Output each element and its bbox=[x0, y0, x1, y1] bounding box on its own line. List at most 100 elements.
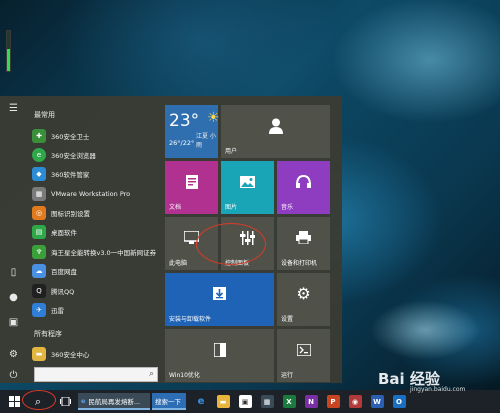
windows-logo-icon bbox=[8, 396, 20, 407]
user-avatar-icon[interactable]: ● bbox=[7, 291, 20, 303]
sun-icon: ☀ bbox=[207, 110, 220, 126]
music-tile[interactable]: 音乐 bbox=[277, 161, 330, 214]
powerpoint-button[interactable]: P bbox=[324, 390, 342, 413]
task-view-icon bbox=[59, 397, 71, 406]
software-icon: ◆ bbox=[32, 166, 46, 181]
tile-label: 音乐 bbox=[281, 204, 294, 211]
cloud-icon: ☁ bbox=[32, 263, 46, 278]
gear-icon: ⚙ bbox=[296, 284, 311, 303]
edge-button[interactable]: e bbox=[192, 390, 210, 413]
file-explorer-icon: ▬ bbox=[216, 395, 230, 408]
start-rail: ☰ ▯ ● ▣ ⚙ ⏻ bbox=[0, 96, 27, 383]
settings-icon: ◎ bbox=[32, 205, 46, 220]
app-item[interactable]: ▤ 桌面软件 bbox=[32, 223, 158, 240]
store-icon: ▣ bbox=[238, 395, 252, 408]
annotation-circle-taskbar bbox=[22, 390, 56, 410]
app-label: 360安全浏览器 bbox=[51, 151, 96, 160]
app-label: 百度网盘 bbox=[51, 267, 77, 276]
printer-icon bbox=[277, 217, 330, 258]
user-icon bbox=[221, 105, 330, 146]
search-icon: ⌕ bbox=[148, 369, 154, 379]
download-icon bbox=[165, 273, 274, 314]
optimize-icon bbox=[165, 329, 274, 370]
devices-printers-tile[interactable]: 设备和打印机 bbox=[277, 217, 330, 270]
excel-icon: X bbox=[282, 395, 296, 408]
edge-icon: e bbox=[194, 395, 208, 408]
app-item[interactable]: Q 腾讯QQ bbox=[32, 282, 158, 299]
all-apps-header: 所有程序 bbox=[34, 330, 62, 338]
app-button[interactable]: ▦ bbox=[258, 390, 276, 413]
app-icon: ▦ bbox=[260, 395, 274, 408]
outlook-icon: O bbox=[392, 395, 406, 408]
ie-icon: e bbox=[81, 396, 86, 405]
settings-gear-icon[interactable]: ⚙ bbox=[7, 348, 20, 360]
watermark-url: jingyan.baidu.com bbox=[410, 386, 466, 393]
tile-label: 设置 bbox=[281, 316, 294, 323]
tile-label: 安装与卸载软件 bbox=[169, 316, 212, 323]
taskbar-search-task[interactable]: 搜索一下 bbox=[152, 393, 186, 410]
volume-indicator bbox=[6, 30, 11, 72]
app-item[interactable]: ✈ 迅雷 bbox=[32, 301, 158, 318]
hamburger-menu-icon[interactable]: ☰ bbox=[7, 102, 20, 114]
browser-icon: e bbox=[32, 147, 46, 162]
power-icon[interactable]: ⏻ bbox=[7, 369, 20, 381]
tablet-icon[interactable]: ▯ bbox=[7, 266, 20, 278]
app-label: 360软件管家 bbox=[51, 170, 90, 179]
folder-icon: ▬ bbox=[32, 346, 46, 361]
run-tile[interactable]: 运行 bbox=[277, 329, 330, 382]
excel-button[interactable]: X bbox=[280, 390, 298, 413]
install-uninstall-tile[interactable]: 安装与卸载软件 bbox=[165, 273, 274, 326]
volume-level bbox=[7, 49, 10, 71]
app-item[interactable]: ♆ 海王星全能转换v3.0一中国新网证券 bbox=[32, 243, 158, 260]
tile-label: 图片 bbox=[225, 204, 238, 211]
store-button[interactable]: ▣ bbox=[236, 390, 254, 413]
app-item[interactable]: e 360安全浏览器 bbox=[32, 146, 158, 163]
powerpoint-icon: P bbox=[326, 395, 340, 408]
onenote-button[interactable]: N bbox=[302, 390, 320, 413]
desktop-icon: ▤ bbox=[32, 224, 46, 239]
app-item[interactable]: ◎ 图标识别设置 bbox=[32, 204, 158, 221]
tile-label: Win10优化 bbox=[169, 372, 200, 379]
app-label: 桌面软件 bbox=[51, 228, 77, 237]
weather-range: 26°/22° bbox=[169, 139, 195, 147]
word-button[interactable]: W bbox=[368, 390, 386, 413]
app-label: 360安全中心 bbox=[51, 350, 90, 359]
thunder-icon: ✈ bbox=[32, 302, 46, 317]
pictures-tile[interactable]: 图片 bbox=[221, 161, 274, 214]
tile-label: 运行 bbox=[281, 372, 294, 379]
pictures-icon[interactable]: ▣ bbox=[7, 316, 20, 328]
vmware-icon: ▦ bbox=[32, 186, 46, 201]
taskbar: ⌕ e 民航局再发熔断... 搜索一下 e ▬ ▣ ▦ X N P ◉ W O bbox=[0, 390, 500, 413]
weather-tile[interactable]: 23° ☀ 江夏 小雨 26°/22° bbox=[165, 105, 220, 158]
onenote-icon: N bbox=[304, 395, 318, 408]
tile-label: 此电脑 bbox=[169, 260, 188, 267]
tile-label: 文档 bbox=[169, 204, 182, 211]
headphones-icon bbox=[277, 161, 330, 202]
file-explorer-button[interactable]: ▬ bbox=[214, 390, 232, 413]
win10-optimize-tile[interactable]: Win10优化 bbox=[165, 329, 274, 382]
wallpaper-light bbox=[370, 300, 480, 360]
picture-icon bbox=[221, 161, 274, 202]
task-view-button[interactable] bbox=[55, 390, 75, 413]
app-item[interactable]: ◆ 360软件管家 bbox=[32, 165, 158, 182]
app2-button[interactable]: ◉ bbox=[346, 390, 364, 413]
settings-tile[interactable]: ⚙ 设置 bbox=[277, 273, 330, 326]
user-tile[interactable]: 用户 bbox=[221, 105, 330, 158]
weather-city: 江夏 小雨 bbox=[196, 133, 216, 149]
app-item[interactable]: ☁ 百度网盘 bbox=[32, 262, 158, 279]
shield-icon: ✚ bbox=[32, 128, 46, 143]
search-input[interactable]: ⌕ bbox=[34, 367, 158, 382]
app-label: 腾讯QQ bbox=[51, 287, 75, 296]
run-icon bbox=[277, 329, 330, 370]
taskbar-browser-task[interactable]: e 民航局再发熔断... bbox=[78, 393, 150, 410]
app-item[interactable]: ✚ 360安全卫士 bbox=[32, 127, 158, 144]
annotation-circle bbox=[196, 223, 266, 265]
qq-icon: Q bbox=[32, 283, 46, 298]
app-item[interactable]: ▬ 360安全中心 bbox=[32, 345, 158, 362]
app-list: 最常用 ✚ 360安全卫士 e 360安全浏览器 ◆ 360软件管家 ▦ VMw… bbox=[28, 96, 158, 383]
outlook-button[interactable]: O bbox=[390, 390, 408, 413]
task-label: 民航局再发熔断... bbox=[88, 397, 141, 406]
task-label: 搜索一下 bbox=[155, 397, 181, 406]
documents-tile[interactable]: 文档 bbox=[165, 161, 218, 214]
app-item[interactable]: ▦ VMware Workstation Pro bbox=[32, 185, 158, 202]
